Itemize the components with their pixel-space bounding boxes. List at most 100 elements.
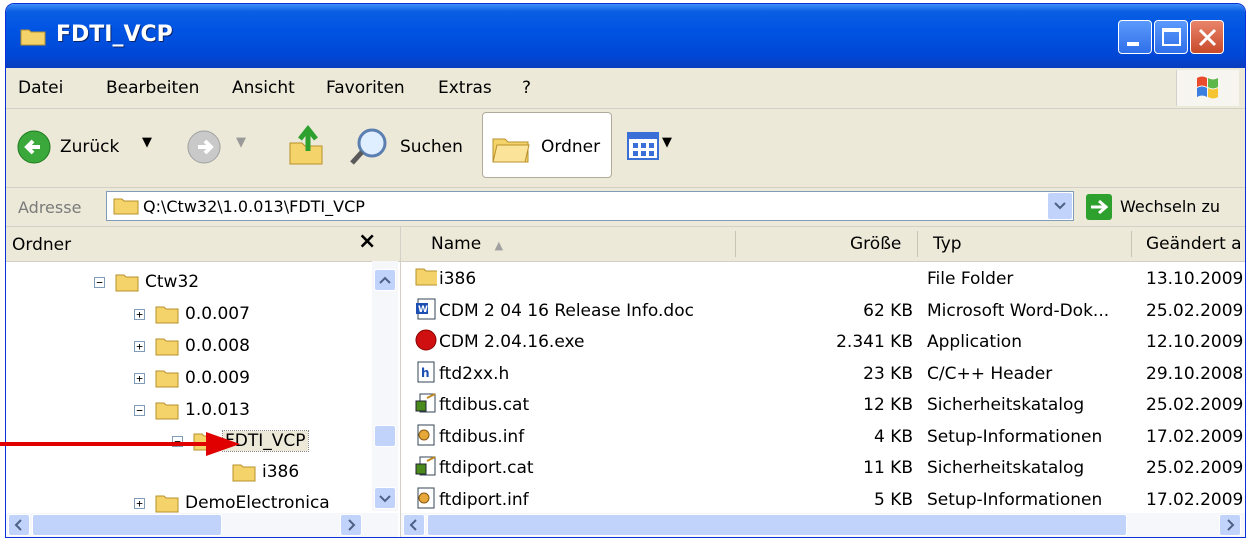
catalog-icon (415, 393, 436, 413)
file-row[interactable]: ftdiport.inf 5 KB Setup-Informationen 17.02… (401, 484, 1245, 515)
back-label: Zurück (60, 137, 120, 157)
up-folder-button[interactable] (286, 123, 326, 169)
file-row[interactable]: ftdibus.cat 12 KB Sicherheitskatalog 25.02.… (401, 389, 1245, 420)
views-icon (627, 132, 659, 160)
go-label[interactable]: Wechseln zu (1120, 197, 1220, 216)
back-button[interactable]: Zurück ▼ (16, 129, 166, 165)
column-divider[interactable] (917, 231, 918, 257)
file-row[interactable]: ftdiport.cat 11 KB Sicherheitskatalog 25.02… (401, 452, 1245, 483)
menu-favoriten[interactable]: Favoriten (326, 78, 405, 98)
chevron-left-icon (14, 519, 22, 531)
title-bar[interactable]: FDTI_VCP (6, 4, 1245, 68)
forward-button[interactable]: ▼ (186, 129, 266, 165)
column-divider[interactable] (1131, 231, 1132, 257)
file-size: 4 KB (873, 426, 913, 447)
folder-icon (113, 198, 139, 215)
file-row[interactable]: h ftd2xx.h 23 KB C/C++ Header 29.10.2008 (401, 358, 1245, 389)
file-row[interactable]: W CDM 2 04 16 Release Info.doc 62 KB Micros… (401, 295, 1245, 326)
views-dropdown-icon[interactable]: ▼ (662, 135, 672, 150)
search-button[interactable]: Suchen (348, 125, 468, 169)
tree-item-0-0-009[interactable]: + 0.0.009 (134, 363, 250, 393)
setup-info-icon (417, 424, 435, 445)
file-row[interactable]: i386 File Folder 13.10.2009 (401, 263, 1245, 294)
folder-icon (20, 29, 46, 46)
scroll-left-button[interactable] (403, 514, 425, 536)
application-icon (415, 329, 437, 351)
folders-label: Ordner (541, 137, 601, 157)
tree-item-i386[interactable]: i386 (232, 457, 299, 487)
file-row[interactable]: ftdibus.inf 4 KB Setup-Informationen 17.02.… (401, 421, 1245, 452)
folders-pane: Ordner × − Ctw32 + 0.0.007 + 0.0.008 + 0… (6, 227, 401, 537)
file-size: 12 KB (863, 395, 913, 415)
close-button[interactable] (1190, 20, 1224, 54)
column-header-type[interactable]: Typ (933, 234, 962, 254)
file-size: 2.341 KB (836, 332, 913, 352)
file-list-horizontal-scrollbar[interactable] (401, 513, 1245, 537)
toolbar: Zurück ▼ ▼ Suchen Ordner ▼ (6, 109, 1245, 188)
scroll-right-button[interactable] (1219, 514, 1241, 536)
column-header-size[interactable]: Größe (850, 234, 901, 254)
maximize-icon (1162, 28, 1181, 46)
scroll-down-button[interactable] (374, 487, 396, 509)
address-input[interactable]: Q:\Ctw32\1.0.013\FDTI_VCP (106, 191, 1074, 221)
minimize-button[interactable] (1118, 20, 1152, 54)
menu-ansicht[interactable]: Ansicht (232, 78, 295, 98)
file-name: ftdiport.cat (439, 458, 534, 478)
collapse-icon[interactable]: − (94, 276, 105, 288)
catalog-icon (415, 456, 436, 476)
expand-icon[interactable]: + (134, 372, 145, 384)
expand-icon[interactable]: + (134, 497, 145, 509)
file-row[interactable]: CDM 2.04.16.exe 2.341 KB Application 12.10.… (401, 326, 1245, 357)
folders-horizontal-scrollbar[interactable] (6, 513, 398, 537)
tree-item-0-0-008[interactable]: + 0.0.008 (134, 331, 250, 361)
file-modified: 13.10.2009 (1146, 269, 1244, 289)
forward-dropdown-icon[interactable]: ▼ (236, 135, 246, 150)
window-title: FDTI_VCP (56, 22, 173, 47)
file-modified: 25.02.2009 (1146, 458, 1244, 478)
folders-pane-close-icon[interactable]: × (358, 229, 376, 254)
file-name: ftdibus.inf (439, 426, 525, 447)
chevron-up-icon (379, 276, 391, 284)
tree-item-0-0-007[interactable]: + 0.0.007 (134, 299, 250, 329)
windows-logo (1176, 70, 1239, 106)
scroll-left-button[interactable] (8, 514, 30, 536)
menu-extras[interactable]: Extras (438, 78, 492, 98)
menu-datei[interactable]: Datei (18, 78, 63, 98)
column-header-name[interactable]: Name ▲ (431, 234, 503, 254)
folder-icon (155, 306, 179, 324)
file-modified: 25.02.2009 (1146, 300, 1244, 321)
go-button[interactable] (1086, 194, 1112, 220)
scroll-thumb[interactable] (427, 514, 1127, 536)
collapse-icon[interactable]: − (134, 404, 145, 416)
folders-vertical-scrollbar[interactable] (372, 261, 398, 511)
folders-pane-header: Ordner × (6, 227, 400, 262)
file-size: 23 KB (863, 363, 913, 384)
column-header-modified[interactable]: Geändert a (1146, 234, 1242, 254)
file-type: Microsoft Word-Dok... (927, 300, 1110, 321)
chevron-down-icon (1054, 202, 1066, 210)
back-dropdown-icon[interactable]: ▼ (142, 135, 152, 150)
menu-help[interactable]: ? (522, 78, 531, 98)
address-dropdown-button[interactable] (1048, 193, 1072, 219)
tree-item-1-0-013[interactable]: − 1.0.013 (134, 395, 250, 425)
folder-icon (155, 370, 179, 388)
scroll-up-button[interactable] (374, 269, 396, 291)
scroll-thumb[interactable] (374, 425, 396, 447)
column-divider[interactable] (735, 231, 736, 257)
folders-icon (492, 138, 530, 163)
folders-button[interactable]: Ordner (482, 112, 612, 178)
file-type: Setup-Informationen (927, 489, 1103, 510)
scroll-right-button[interactable] (340, 514, 362, 536)
maximize-button[interactable] (1154, 20, 1188, 54)
expand-icon[interactable]: + (134, 340, 145, 352)
forward-arrow-icon (187, 130, 221, 164)
chevron-right-icon (348, 519, 356, 531)
expand-icon[interactable]: + (134, 308, 145, 320)
file-type: Sicherheitskatalog (927, 458, 1085, 478)
header-file-icon: h (417, 361, 435, 382)
views-button[interactable]: ▼ (626, 131, 686, 163)
scroll-thumb[interactable] (32, 514, 222, 536)
tree-item-ctw32[interactable]: − Ctw32 (94, 267, 199, 297)
menu-bearbeiten[interactable]: Bearbeiten (106, 78, 199, 98)
file-type: File Folder (927, 269, 1014, 289)
